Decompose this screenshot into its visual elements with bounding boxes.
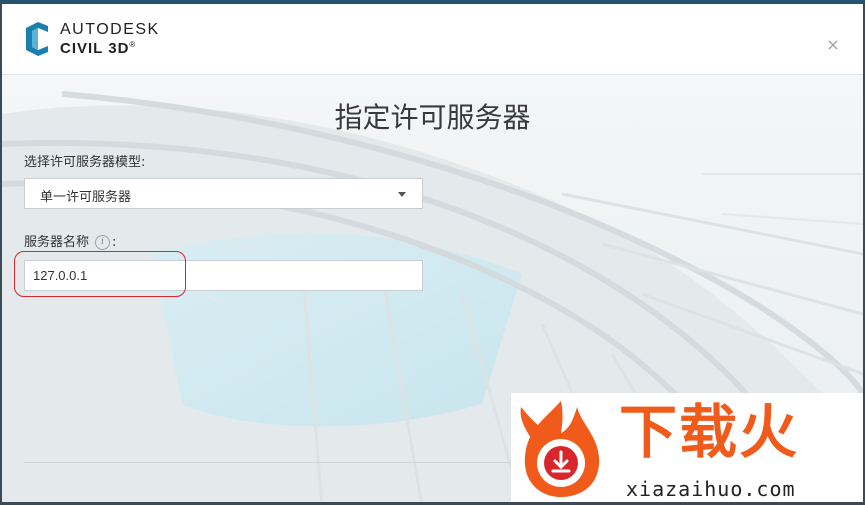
brand-registered-mark: ®	[129, 40, 137, 49]
watermark: 下载火 xiazaihuo.com	[511, 393, 863, 502]
server-name-label: 服务器名称	[24, 235, 90, 250]
product-brand: AUTODESK CIVIL 3D®	[60, 21, 160, 57]
brand-autodesk: AUTODESK	[60, 21, 160, 38]
dialog-window: AUTODESK CIVIL 3D® × 指定许可服务器 选择许可服务器模型: …	[0, 0, 865, 505]
server-name-label-row: 服务器名称 i:	[24, 231, 116, 250]
header-bar: AUTODESK CIVIL 3D® ×	[2, 4, 863, 75]
close-button[interactable]: ×	[824, 36, 842, 54]
server-name-input[interactable]	[24, 260, 423, 291]
chevron-down-icon	[398, 192, 406, 197]
civil3d-logo-icon	[26, 22, 48, 56]
server-name-colon: :	[112, 235, 117, 250]
watermark-domain: xiazaihuo.com	[626, 477, 796, 501]
footer-divider	[24, 462, 514, 463]
watermark-chinese-text: 下载火	[619, 398, 800, 466]
page-title: 指定许可服务器	[334, 101, 531, 134]
server-model-value: 单一许可服务器	[40, 190, 132, 205]
server-model-label: 选择许可服务器模型:	[24, 155, 146, 170]
server-model-select[interactable]: 单一许可服务器	[24, 178, 423, 209]
info-icon[interactable]: i	[95, 235, 111, 250]
flame-logo-icon	[520, 401, 600, 497]
brand-product: CIVIL 3D®	[60, 40, 160, 57]
brand-product-name: CIVIL 3D	[60, 40, 130, 57]
